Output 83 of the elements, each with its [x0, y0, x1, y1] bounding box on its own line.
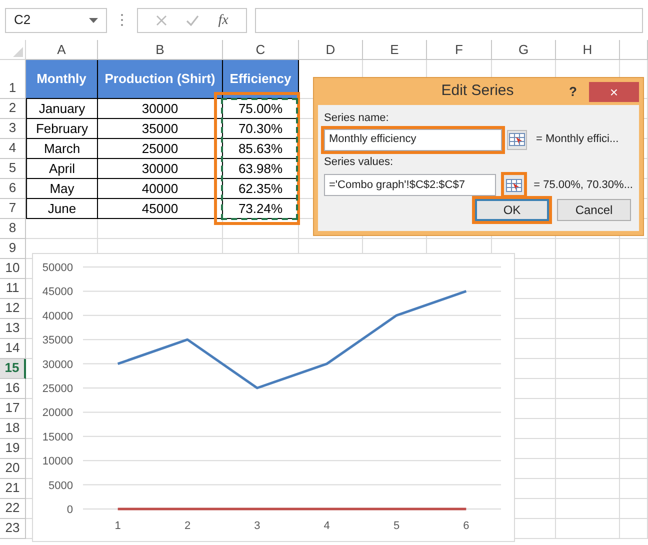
table-cell: 40000: [98, 179, 223, 199]
row-header[interactable]: 22: [0, 499, 26, 519]
check-icon[interactable]: [186, 14, 199, 26]
column-header[interactable]: D: [299, 40, 363, 60]
dialog-title: Edit Series: [441, 81, 514, 102]
table-cell: May: [26, 179, 98, 199]
row-header[interactable]: 3: [0, 119, 26, 139]
x-axis-label: 4: [324, 520, 330, 532]
y-axis-label: 45000: [42, 286, 73, 298]
y-axis-label: 20000: [42, 407, 73, 420]
header-cell: Production (Shirt): [98, 60, 223, 99]
x-axis-label: 5: [393, 520, 400, 532]
header-cell: Efficiency: [223, 60, 299, 99]
row-header[interactable]: 19: [0, 439, 26, 459]
column-header[interactable]: H: [556, 40, 620, 60]
row-header[interactable]: 2: [0, 99, 26, 119]
insert-function-button[interactable]: fx: [218, 10, 228, 30]
cancel-icon[interactable]: [156, 14, 167, 26]
more-options-icon[interactable]: [120, 13, 124, 27]
series-name-preview: = Monthly effici...: [536, 132, 619, 148]
column-header[interactable]: F: [427, 40, 492, 60]
series-values-field[interactable]: ='Combo graph'!$C$2:$C$7: [324, 174, 496, 196]
y-axis-label: 5000: [48, 480, 73, 492]
range-picker-icon: [509, 133, 525, 146]
y-axis-label: 35000: [42, 334, 73, 347]
table-cell: March: [26, 139, 98, 159]
name-box[interactable]: C2: [5, 8, 107, 32]
y-axis-label: 50000: [42, 262, 73, 274]
range-picker-button[interactable]: [500, 172, 527, 198]
row-header[interactable]: 14: [0, 339, 26, 359]
table-cell: 45000: [98, 199, 223, 219]
x-axis-label: 3: [254, 520, 260, 532]
row-header[interactable]: 15: [0, 359, 26, 379]
y-axis-label: 15000: [42, 431, 73, 444]
row-header[interactable]: 23: [0, 519, 26, 539]
row-header[interactable]: 5: [0, 159, 26, 179]
table-cell: April: [26, 159, 98, 179]
formula-input[interactable]: [255, 8, 643, 32]
table-cell: June: [26, 199, 98, 219]
x-axis-label: 6: [463, 520, 470, 532]
row-header[interactable]: 18: [0, 419, 26, 439]
series-values-preview: = 75.00%, 70.30%...: [534, 178, 633, 193]
y-axis-label: 0: [66, 504, 73, 516]
row-header[interactable]: 17: [0, 399, 26, 419]
x-axis-label: 1: [114, 520, 121, 532]
table-cell: February: [26, 119, 98, 139]
row-header[interactable]: 12: [0, 299, 26, 319]
column-header[interactable]: B: [98, 40, 223, 60]
y-axis-label: 25000: [42, 383, 73, 395]
range-picker-icon: [506, 178, 522, 192]
table-cell: January: [26, 99, 98, 119]
y-axis-label: 10000: [42, 456, 73, 468]
range-picker-button[interactable]: [507, 130, 527, 150]
field-label: Series name:: [324, 111, 390, 126]
y-axis-label: 40000: [42, 310, 73, 322]
row-header[interactable]: 4: [0, 139, 26, 159]
table-cell: 30000: [98, 159, 223, 179]
row-header[interactable]: 9: [0, 239, 26, 259]
column-header[interactable]: E: [363, 40, 427, 60]
row-header[interactable]: 16: [0, 379, 26, 399]
row-header[interactable]: 11: [0, 279, 26, 299]
row-header[interactable]: 13: [0, 319, 26, 339]
column-header[interactable]: C: [223, 40, 299, 60]
column-header[interactable]: A: [26, 40, 98, 60]
header-cell: Monthly: [26, 60, 98, 99]
row-header[interactable]: 6: [0, 179, 26, 199]
select-all-icon[interactable]: [13, 47, 23, 57]
x-axis-label: 2: [184, 520, 191, 532]
row-header[interactable]: 21: [0, 479, 26, 499]
dialog-button[interactable]: OK: [475, 199, 549, 221]
help-button[interactable]: ?: [567, 82, 579, 102]
row-header[interactable]: 7: [0, 199, 26, 219]
row-header[interactable]: 10: [0, 259, 26, 279]
column-header[interactable]: [620, 40, 648, 60]
row-header[interactable]: 20: [0, 459, 26, 479]
close-button[interactable]: ×: [589, 82, 639, 102]
row-header[interactable]: 8: [0, 219, 26, 239]
column-header[interactable]: G: [492, 40, 556, 60]
y-axis-label: 30000: [42, 358, 73, 371]
row-header[interactable]: 1: [0, 60, 26, 99]
dialog-button[interactable]: Cancel: [557, 199, 631, 221]
field-label: Series values:: [324, 154, 394, 170]
dropdown-arrow-icon[interactable]: [89, 18, 98, 22]
